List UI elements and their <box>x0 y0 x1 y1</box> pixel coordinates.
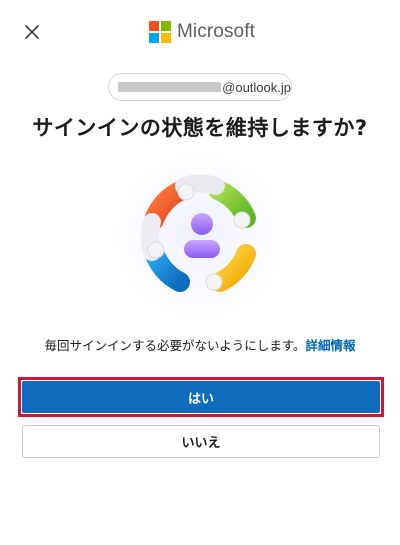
microsoft-brand: Microsoft <box>149 21 255 43</box>
no-button[interactable]: いいえ <box>22 425 380 458</box>
description-text: 毎回サインインする必要がないようにします。 <box>44 338 306 353</box>
description: 毎回サインインする必要がないようにします。詳細情報 <box>0 335 400 354</box>
masked-username <box>118 82 222 92</box>
account-domain: @outlook.jp <box>222 79 291 95</box>
close-button[interactable] <box>20 20 44 44</box>
people-circle-icon <box>116 152 284 320</box>
page-title: サインインの状態を維持しますか? <box>32 116 368 140</box>
brand-name: Microsoft <box>177 21 255 42</box>
close-icon <box>25 25 39 39</box>
microsoft-logo-icon <box>149 21 171 43</box>
account-identifier: @outlook.jp <box>108 73 292 101</box>
learn-more-link[interactable]: 詳細情報 <box>306 338 356 353</box>
yes-button[interactable]: はい <box>22 381 380 413</box>
